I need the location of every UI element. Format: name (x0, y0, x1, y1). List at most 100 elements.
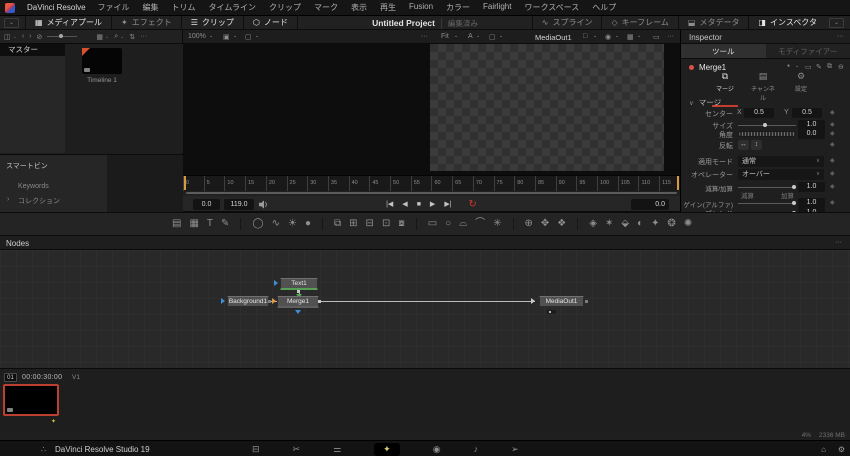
mediaout-input-arrow[interactable] (531, 298, 535, 304)
effects-toggle[interactable]: ✦ エフェクト (112, 16, 182, 29)
rectangle-mask-icon[interactable]: ▭ (428, 219, 437, 229)
menu-item[interactable]: 再生 (380, 2, 396, 13)
reset-icon[interactable]: ⊖ (838, 63, 844, 71)
menu-item[interactable]: 表示 (351, 2, 367, 13)
menu-item[interactable]: クリップ (269, 2, 301, 13)
slider-handle[interactable] (792, 185, 796, 189)
keyframe-icon[interactable]: ◆ (830, 157, 835, 164)
metadata-toggle[interactable]: ⬓ メタデータ (678, 16, 749, 29)
text-3d-icon[interactable]: ⬙ (621, 219, 629, 229)
app-logo-icon[interactable] (5, 3, 15, 13)
collaboration-icon[interactable]: ∴ (41, 445, 46, 454)
scrollbar-thumb[interactable] (186, 192, 677, 194)
play-button[interactable]: ▶ (430, 200, 435, 208)
render-in-marker[interactable] (184, 176, 186, 190)
merge-background-input-arrow[interactable] (272, 298, 276, 304)
matte-control-icon[interactable]: ⊟ (366, 219, 374, 229)
chevron-down-icon[interactable]: ⌄ (593, 33, 597, 39)
chevron-down-icon[interactable]: ⌄ (795, 63, 799, 69)
text-output-port[interactable] (297, 290, 300, 293)
chevron-down-icon[interactable]: ⌄ (499, 33, 503, 39)
angle-field[interactable]: 0.0 (798, 129, 825, 139)
color-curves-icon[interactable]: ∿ (272, 219, 280, 229)
node-mediaout1[interactable]: MediaOut1 (539, 296, 584, 307)
go-to-end-button[interactable]: ▶| (444, 200, 451, 208)
sort-icon[interactable]: ⇅ (129, 33, 135, 41)
color-corrector-icon[interactable]: ◯ (252, 219, 263, 229)
blur-icon[interactable]: ● (305, 219, 311, 229)
apply-mode-dropdown[interactable]: 通常∨ (738, 156, 824, 167)
channel-select-icon[interactable]: A (468, 33, 473, 40)
guides-grid-icon[interactable]: ▦ (627, 33, 634, 41)
keyframe-icon[interactable]: ◆ (830, 170, 835, 177)
chevron-down-icon[interactable]: ⌄ (637, 33, 641, 39)
smart-bin-keywords[interactable]: Keywords (18, 183, 49, 190)
center-y-field[interactable]: 0.5 (792, 108, 822, 118)
page-fusion[interactable]: ✦ (374, 443, 400, 456)
image-plane-3d-icon[interactable]: ◈ (589, 219, 597, 229)
mediaout-output-port[interactable] (585, 300, 588, 303)
timeline-clip-thumbnail[interactable] (82, 48, 122, 74)
menu-item[interactable]: カラー (446, 2, 470, 13)
slider-knob[interactable] (59, 34, 63, 38)
end-frame-field[interactable]: 119.0 (224, 199, 254, 210)
menu-item[interactable]: トリム (172, 2, 196, 13)
subtab-settings[interactable]: ⚙ 設定 (787, 71, 815, 102)
settings-gear-icon[interactable]: ⚙ (838, 445, 845, 454)
menu-item[interactable]: タイムライン (209, 2, 256, 13)
viewer-option-icon[interactable]: ▣ (223, 33, 230, 41)
page-edit[interactable]: ⚌ (333, 445, 341, 454)
merge-output-port[interactable] (318, 300, 321, 303)
menu-item[interactable]: 編集 (143, 2, 159, 13)
background-output-port[interactable] (268, 300, 271, 303)
text-input-arrow[interactable] (274, 280, 278, 286)
inspector-toggle[interactable]: ◨ インスペクタ (748, 16, 826, 29)
fit-zoom-dropdown[interactable]: Fit (441, 33, 449, 40)
tab-modifiers[interactable]: モディファイアー (766, 44, 850, 58)
menu-item[interactable]: マーク (314, 2, 338, 13)
subadd-slider[interactable] (738, 187, 796, 188)
background-input-arrow[interactable] (221, 298, 225, 304)
planar-tracker-icon[interactable]: ✥ (541, 219, 549, 229)
chevron-down-icon[interactable]: ⌄ (120, 34, 124, 40)
subtab-channels[interactable]: ▤ チャンネル (749, 71, 777, 102)
menu-item[interactable]: ファイル (98, 2, 130, 13)
operator-dropdown[interactable]: オーバー∨ (738, 169, 824, 180)
alpha-gain-field[interactable]: 1.0 (798, 198, 825, 208)
viewer-option-icon[interactable]: ▢ (245, 33, 252, 41)
keyframe-icon[interactable]: ◆ (830, 121, 835, 128)
thumbnail-toggle-icon[interactable]: ▭ (805, 63, 812, 71)
chevron-down-icon[interactable]: ⌄ (454, 33, 458, 39)
keyframe-icon[interactable]: ◆ (830, 109, 835, 116)
keyframe-icon[interactable]: ◆ (830, 141, 835, 148)
background-icon[interactable]: ▦ (189, 219, 198, 229)
center-x-field[interactable]: 0.5 (744, 108, 774, 118)
paint-icon[interactable]: ✎ (221, 219, 229, 229)
angle-thumbwheel[interactable] (738, 131, 796, 137)
thumbnail-size-slider[interactable] (47, 36, 77, 37)
chevron-down-icon[interactable]: ⌄ (615, 33, 619, 39)
app-menu[interactable]: DaVinci Resolve (27, 3, 86, 12)
chevron-down-icon[interactable]: ⌄ (105, 34, 109, 40)
edit-icon[interactable]: ✎ (816, 63, 822, 71)
size-slider[interactable] (738, 125, 796, 126)
node-color-dot[interactable] (689, 65, 694, 70)
chevron-down-icon[interactable]: ⌄ (255, 33, 259, 39)
page-fairlight[interactable]: ♪ (474, 445, 479, 454)
grid-view-icon[interactable]: ▦ (96, 33, 103, 41)
media-in-icon[interactable]: ▤ (172, 219, 181, 229)
tab-tools[interactable]: ツール (681, 44, 766, 58)
flip-horizontal-button[interactable]: ↔ (738, 140, 749, 150)
audio-mute-icon[interactable] (259, 200, 269, 209)
viewer-zoom-level[interactable]: 100% (188, 33, 206, 40)
menu-item[interactable]: ヘルプ (592, 2, 616, 13)
dissolve-icon[interactable]: ⊞ (349, 219, 357, 229)
loop-button[interactable]: ↻ (469, 199, 477, 210)
bspline-mask-icon[interactable]: ⌒ (475, 219, 485, 229)
time-ruler[interactable]: 0510152025303540455055606570758085909510… (183, 175, 680, 191)
keyframes-toggle[interactable]: ◇ キーフレーム (601, 16, 677, 29)
panel-layout-icon[interactable]: ◫ (4, 33, 11, 41)
keyframe-icon[interactable]: ◆ (830, 199, 835, 206)
collapse-right-panel-button[interactable]: ⌄ (829, 18, 844, 28)
keyframe-icon[interactable]: ◆ (830, 130, 835, 137)
